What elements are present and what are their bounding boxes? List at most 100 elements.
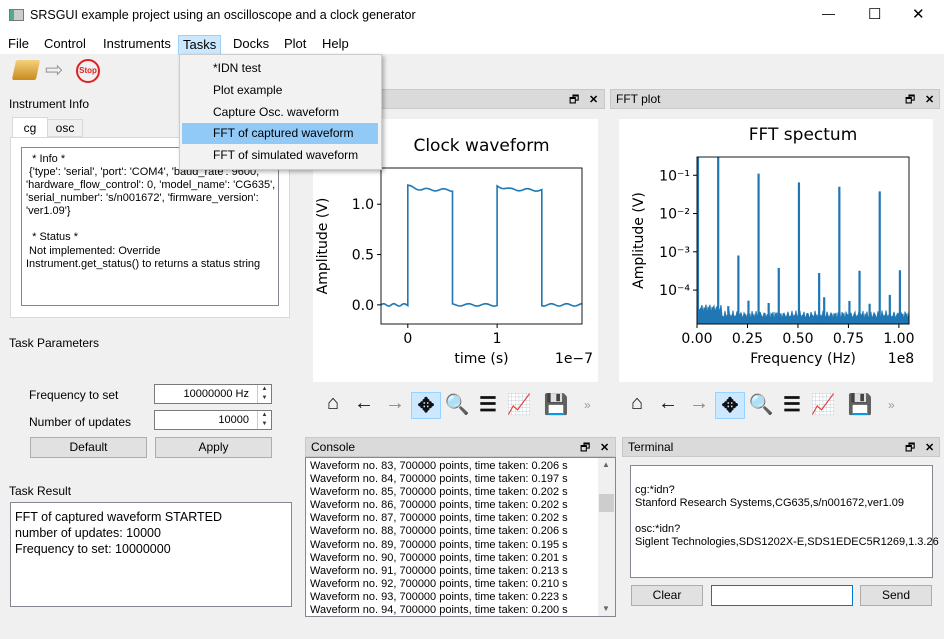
x-axis-label: Frequency (Hz) bbox=[750, 351, 856, 367]
menu-item-capture-waveform[interactable]: Capture Osc. waveform bbox=[182, 102, 378, 123]
float-icon[interactable]: 🗗 bbox=[580, 439, 590, 457]
chart-title: Clock waveform bbox=[413, 136, 549, 156]
menu-help[interactable]: Help bbox=[318, 35, 353, 55]
menu-item-idn-test[interactable]: *IDN test bbox=[182, 58, 378, 79]
terminal-line: Siglent Technologies,SDS1202X-E,SDS1EDEC… bbox=[635, 536, 939, 549]
console-line: Waveform no. 94, 700000 points, time tak… bbox=[310, 604, 568, 617]
result-line: number of updates: 10000 bbox=[15, 526, 161, 540]
menu-bar: File Control Instruments Tasks Docks Plo… bbox=[0, 32, 944, 55]
fft-spectrum-plot[interactable]: FFT spectum Frequency (Hz) 1e8 Amplitude (V… bbox=[619, 119, 933, 382]
x-tick-label: 0 bbox=[403, 331, 412, 347]
scroll-thumb[interactable] bbox=[599, 494, 614, 512]
menu-instruments[interactable]: Instruments bbox=[99, 35, 175, 55]
send-button[interactable]: Send bbox=[860, 585, 932, 606]
console-scrollbar[interactable]: ▲ ▼ bbox=[598, 458, 615, 616]
x-axis-label: time (s) bbox=[454, 351, 508, 367]
apply-button[interactable]: Apply bbox=[155, 437, 272, 458]
more-icon[interactable]: » bbox=[584, 398, 591, 412]
maximize-button[interactable]: ☐ bbox=[868, 5, 881, 23]
console-line: Waveform no. 83, 700000 points, time tak… bbox=[310, 460, 568, 472]
more-icon[interactable]: » bbox=[888, 398, 895, 412]
console-line: Waveform no. 85, 700000 points, time tak… bbox=[310, 486, 568, 499]
menu-item-fft-simulated[interactable]: FFT of simulated waveform bbox=[182, 145, 378, 166]
spin-arrows-icon[interactable]: ▲ ▼ bbox=[257, 411, 271, 429]
info-line bbox=[26, 218, 278, 231]
configure-subplots-icon[interactable]: ☰ bbox=[777, 392, 807, 417]
menu-control[interactable]: Control bbox=[40, 35, 90, 55]
console-line: Waveform no. 91, 700000 points, time tak… bbox=[310, 564, 568, 577]
edit-axis-icon[interactable]: 📈 bbox=[808, 392, 838, 417]
menu-item-fft-captured[interactable]: FFT of captured waveform bbox=[182, 123, 378, 144]
window-title: SRSGUI example project using an oscillos… bbox=[30, 8, 416, 22]
terminal-line: cg:*idn? bbox=[635, 484, 675, 496]
home-icon[interactable]: ⌂ bbox=[318, 392, 348, 415]
task-parameters-title: Task Parameters bbox=[9, 336, 100, 350]
menu-docks[interactable]: Docks bbox=[229, 35, 273, 55]
menu-tasks[interactable]: Tasks bbox=[178, 35, 222, 55]
task-result-title: Task Result bbox=[9, 484, 72, 498]
float-icon[interactable]: 🗗 bbox=[905, 439, 915, 457]
stop-icon[interactable]: Stop bbox=[76, 59, 100, 83]
default-button[interactable]: Default bbox=[30, 437, 147, 458]
arrow-right-icon[interactable]: ⇨ bbox=[45, 57, 63, 83]
fft-dock-title: FFT plot bbox=[616, 92, 661, 106]
pan-icon[interactable]: ✥ bbox=[411, 392, 441, 419]
menu-item-plot-example[interactable]: Plot example bbox=[182, 80, 378, 101]
terminal-line: Stanford Research Systems,CG635,s/n00167… bbox=[635, 497, 905, 510]
result-line: FFT of captured waveform STARTED bbox=[15, 510, 223, 524]
configure-subplots-icon[interactable]: ☰ bbox=[473, 392, 503, 417]
info-line: * Status * bbox=[26, 231, 78, 244]
minimize-button[interactable]: — bbox=[822, 6, 835, 21]
float-icon[interactable]: 🗗 bbox=[905, 91, 915, 109]
close-icon[interactable]: ✕ bbox=[589, 91, 598, 109]
terminal-line: osc:*idn? bbox=[635, 523, 681, 536]
clear-button[interactable]: Clear bbox=[631, 585, 703, 606]
back-icon[interactable]: ← bbox=[349, 392, 379, 415]
forward-icon[interactable]: → bbox=[684, 392, 714, 415]
back-icon[interactable]: ← bbox=[653, 392, 683, 415]
frequency-spinbox[interactable]: 10000000 Hz ▲ ▼ bbox=[154, 384, 272, 404]
home-icon[interactable]: ⌂ bbox=[622, 392, 652, 415]
terminal-output: cg:*idn? Stanford Research Systems,CG635,… bbox=[630, 465, 939, 578]
save-icon[interactable]: 💾 bbox=[541, 392, 571, 417]
console-line: Waveform no. 92, 700000 points, time tak… bbox=[310, 577, 568, 590]
close-icon[interactable]: ✕ bbox=[600, 439, 609, 457]
console-line: Waveform no. 87, 700000 points, time tak… bbox=[310, 512, 568, 525]
y-tick-label: 10⁻³ bbox=[659, 245, 690, 261]
updates-spinbox[interactable]: 10000 ▲ ▼ bbox=[154, 410, 272, 430]
spin-arrows-icon[interactable]: ▲ ▼ bbox=[257, 385, 271, 403]
console-output: Waveform no. 83, 700000 points, time tak… bbox=[305, 457, 616, 617]
console-line: Waveform no. 86, 700000 points, time tak… bbox=[310, 499, 568, 512]
close-button[interactable]: ✕ bbox=[912, 5, 925, 23]
updates-value: 10000 bbox=[218, 414, 249, 426]
pan-icon[interactable]: ✥ bbox=[715, 392, 745, 419]
zoom-icon[interactable]: 🔍 bbox=[746, 392, 776, 417]
instrument-info-text: * Info * {'type': 'serial', 'port': 'COM… bbox=[21, 147, 279, 306]
console-line: Waveform no. 89, 700000 points, time tak… bbox=[310, 538, 568, 551]
x-tick-label: 0.25 bbox=[732, 331, 763, 347]
tab-cg[interactable]: cg bbox=[12, 117, 48, 138]
forward-icon[interactable]: → bbox=[380, 392, 410, 415]
info-line: Not implemented: Override bbox=[26, 244, 161, 257]
float-icon[interactable]: 🗗 bbox=[569, 91, 579, 109]
y-tick-label: 10⁻⁴ bbox=[659, 283, 690, 299]
terminal-input[interactable] bbox=[711, 585, 853, 606]
close-icon[interactable]: ✕ bbox=[925, 91, 934, 109]
console-line: Waveform no. 90, 700000 points, time tak… bbox=[310, 551, 568, 564]
x-tick-label: 0.75 bbox=[833, 331, 864, 347]
menu-plot[interactable]: Plot bbox=[280, 35, 310, 55]
save-icon[interactable]: 💾 bbox=[845, 392, 875, 417]
info-line: Instrument.get_status() to returns a sta… bbox=[26, 257, 261, 270]
x-offset-label: 1e−7 bbox=[555, 351, 593, 367]
fft-dock-header: FFT plot 🗗 ✕ bbox=[610, 89, 940, 109]
result-line: Frequency to set: 10000000 bbox=[15, 542, 171, 556]
folder-open-icon[interactable] bbox=[11, 60, 41, 80]
tab-osc[interactable]: osc bbox=[47, 119, 83, 137]
close-icon[interactable]: ✕ bbox=[925, 439, 934, 457]
y-tick-label: 0.0 bbox=[352, 298, 374, 314]
edit-axis-icon[interactable]: 📈 bbox=[504, 392, 534, 417]
app-icon bbox=[9, 9, 24, 21]
menu-file[interactable]: File bbox=[4, 35, 33, 55]
zoom-icon[interactable]: 🔍 bbox=[442, 392, 472, 417]
